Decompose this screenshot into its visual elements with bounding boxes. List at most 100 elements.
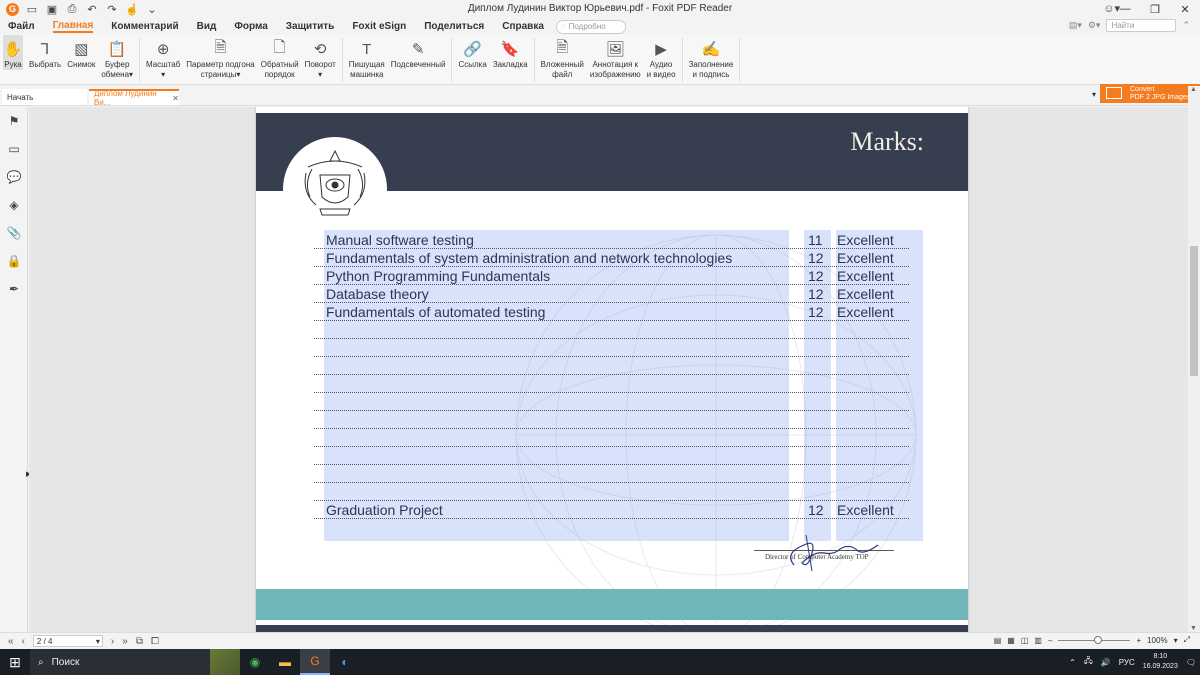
layers-panel-icon[interactable]: ◈	[0, 191, 28, 219]
chrome-icon[interactable]: ◉	[240, 649, 270, 675]
maximize-button[interactable]: ❐	[1140, 0, 1170, 18]
collapse-ribbon-icon[interactable]: ⌃	[1182, 20, 1190, 31]
attachments-panel-icon[interactable]: 📎	[0, 219, 28, 247]
subject-mark: 12	[808, 502, 824, 518]
foxit-logo-icon[interactable]: G	[6, 2, 19, 16]
bookmark-button[interactable]: 🔖 Закладка	[493, 35, 528, 70]
windows-start-icon[interactable]: ⊞	[0, 649, 30, 675]
tab-document[interactable]: Диплом Лудинин Ви... ✕	[89, 89, 179, 107]
volume-icon[interactable]: 🔊	[1101, 658, 1111, 667]
subject-grade: Excellent	[837, 502, 894, 518]
highlight-button[interactable]: ✎ Подсвеченный	[391, 35, 446, 70]
undo-icon[interactable]: ↶	[85, 2, 99, 16]
open-folder-icon[interactable]: ▭	[25, 2, 39, 16]
menu-esign[interactable]: Foxit eSign	[352, 21, 406, 32]
page-dropdown-icon[interactable]: ▾	[96, 637, 100, 646]
security-panel-icon[interactable]: 🔒	[0, 247, 28, 275]
scroll-down-icon[interactable]: ▼	[1190, 625, 1197, 632]
fill-sign-button[interactable]: ✍ Заполнение и подпись	[689, 35, 734, 80]
layout-icon[interactable]: ▤▾	[1069, 20, 1082, 31]
attachment-button[interactable]: 🗎 Вложенный файл	[541, 35, 584, 80]
menu-home[interactable]: Главная	[52, 20, 94, 33]
select-tool-button[interactable]: Ꞁ Выбрать	[29, 35, 61, 70]
pages-panel-icon[interactable]: ▭	[0, 135, 28, 163]
pdf-page: Marks: Manual software testing 11 Excell…	[256, 107, 968, 632]
subject-grade: Excellent	[837, 286, 894, 302]
menu-protect[interactable]: Защитить	[286, 21, 335, 32]
menu-share[interactable]: Поделиться	[424, 21, 484, 32]
tab-start[interactable]: Начать	[2, 89, 87, 105]
close-window-button[interactable]: ✕	[1170, 0, 1200, 18]
extract-page-icon[interactable]: ⧠	[151, 636, 159, 647]
menu-help[interactable]: Справка	[502, 21, 544, 32]
hand-tool-button[interactable]: ✋ Рука	[3, 35, 23, 70]
row-line	[314, 464, 909, 465]
menu-comment[interactable]: Комментарий	[111, 21, 178, 32]
foxit-reader-icon[interactable]: G	[300, 649, 330, 675]
scroll-thumb[interactable]	[1190, 246, 1198, 376]
system-clock[interactable]: 8:10 16.09.2023	[1143, 652, 1178, 672]
file-explorer-icon[interactable]: ▬	[270, 649, 300, 675]
next-page-icon[interactable]: ›	[111, 636, 114, 647]
redo-icon[interactable]: ↷	[105, 2, 119, 16]
input-language[interactable]: РУС	[1119, 658, 1135, 667]
vertical-scrollbar[interactable]: ▲ ▼	[1188, 86, 1200, 632]
customize-dropdown-icon[interactable]: ⌄	[145, 2, 159, 16]
row-line	[314, 446, 909, 447]
page-number-input[interactable]: 2 / 4 ▾	[32, 635, 103, 647]
continuous-view-icon[interactable]: ▦	[1007, 636, 1015, 645]
row-line	[314, 374, 909, 375]
copy-page-icon[interactable]: ⧉	[136, 636, 143, 647]
print-icon[interactable]: ⎙	[65, 2, 79, 16]
snapshot-button[interactable]: ▧ Снимок	[67, 35, 95, 70]
hand-tool-quick-icon[interactable]: ☝	[125, 2, 139, 16]
save-icon[interactable]: ▣	[45, 2, 59, 16]
zoom-in-icon[interactable]: +	[1136, 636, 1141, 645]
facing-view-icon[interactable]: ◫	[1021, 636, 1029, 645]
tray-chevron-icon[interactable]: ⌃	[1069, 658, 1076, 667]
menu-view[interactable]: Вид	[197, 21, 217, 32]
document-viewport[interactable]: Marks: Manual software testing 11 Excell…	[29, 107, 1188, 632]
reverse-order-button[interactable]: 🗋 Обратный порядок	[261, 35, 299, 80]
network-icon[interactable]: 🖧	[1084, 655, 1093, 669]
settings-icon[interactable]: ⚙▾	[1088, 20, 1101, 31]
convert-pdf-jpg-button[interactable]: Convert PDF 2 JPG Images	[1100, 84, 1200, 103]
notifications-icon[interactable]: 🗨	[1186, 658, 1196, 667]
subject-name: Database theory	[326, 286, 429, 302]
zoom-out-icon[interactable]: –	[1048, 636, 1052, 645]
taskbar-search[interactable]: ⌕ Поиск	[30, 649, 210, 675]
zoom-dropdown-icon[interactable]: ▾	[1174, 636, 1178, 645]
fit-page-button[interactable]: 🗎 Параметр подгона страницы▾	[186, 35, 254, 80]
menu-form[interactable]: Форма	[234, 21, 267, 32]
subject-name: Manual software testing	[326, 232, 474, 248]
menu-file[interactable]: Файл	[8, 21, 35, 32]
footer-band	[256, 589, 968, 620]
edge-icon[interactable]: ◐	[330, 649, 360, 675]
media-icon: ▶	[655, 41, 667, 58]
tell-me-search[interactable]: ◌ Подробно	[555, 19, 626, 34]
rotate-button[interactable]: ⟲ Поворот ▾	[305, 35, 336, 80]
single-page-view-icon[interactable]: ▤	[994, 636, 1002, 645]
zoom-button[interactable]: ⊕ Масштаб ▾	[146, 35, 180, 80]
bookmarks-panel-icon[interactable]: ⚑	[0, 107, 28, 135]
clipboard-button[interactable]: 📋 Буфер обмена▾	[101, 35, 133, 80]
minimize-button[interactable]: —	[1110, 0, 1140, 18]
zoom-level[interactable]: 100%	[1147, 636, 1167, 645]
signature-panel-icon[interactable]: ✒	[0, 275, 28, 303]
media-button[interactable]: ▶ Аудио и видео	[647, 35, 676, 80]
zoom-slider[interactable]	[1058, 635, 1131, 644]
last-page-icon[interactable]: »	[122, 636, 128, 647]
close-tab-icon[interactable]: ✕	[172, 94, 179, 103]
typewriter-button[interactable]: T Пишущая машинка	[349, 35, 385, 80]
find-input[interactable]: Найти	[1106, 19, 1177, 32]
prev-page-icon[interactable]: ‹	[22, 636, 25, 647]
tabs-dropdown-icon[interactable]: ▾	[1092, 90, 1096, 99]
continuous-facing-view-icon[interactable]: ▥	[1034, 636, 1042, 645]
scroll-up-icon[interactable]: ▲	[1190, 86, 1197, 93]
image-annotation-button[interactable]: 🖼 Аннотация к изображению	[590, 35, 641, 80]
comments-panel-icon[interactable]: 💬	[0, 163, 28, 191]
zoom-slider-knob[interactable]	[1094, 635, 1103, 644]
fullscreen-icon[interactable]: ⤢	[1184, 635, 1190, 645]
link-button[interactable]: 🔗 Ссылка	[458, 35, 486, 70]
first-page-icon[interactable]: «	[8, 636, 14, 647]
